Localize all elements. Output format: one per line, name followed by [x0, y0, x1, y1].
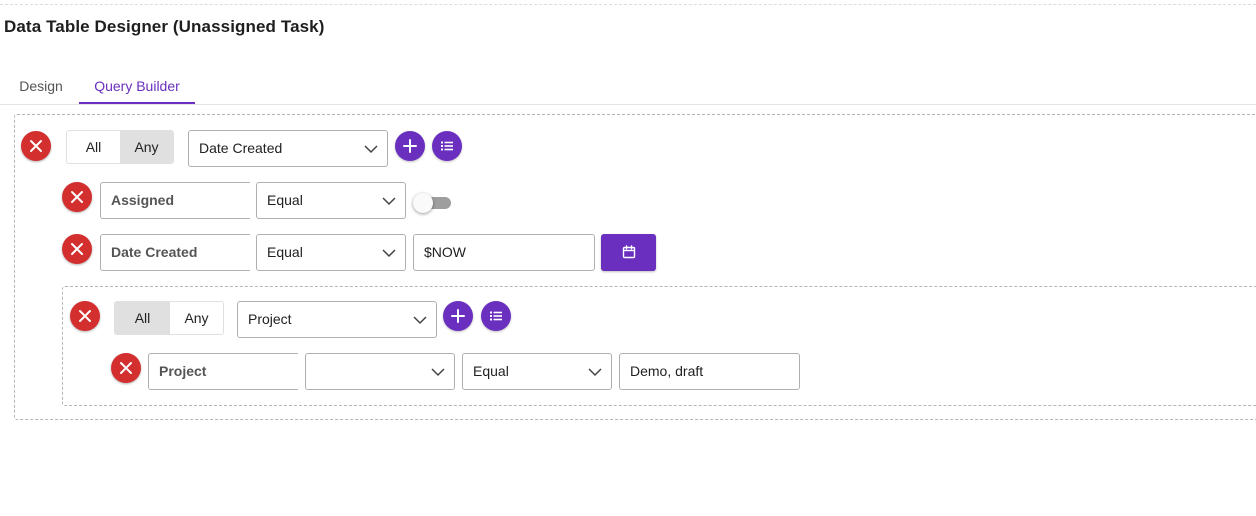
tab-bar-divider	[0, 104, 1256, 105]
plus-icon	[403, 139, 417, 153]
project-value-input[interactable]: Demo, draft	[619, 353, 800, 390]
inner-condition-toggle: All Any	[114, 301, 224, 335]
condition-all-option[interactable]: All	[67, 131, 120, 163]
chevron-down-icon	[588, 368, 602, 377]
rule-subfield-select[interactable]	[305, 353, 455, 390]
rule-field-project[interactable]: Project	[148, 353, 298, 390]
rule-operator-value: Equal	[267, 244, 303, 260]
outer-field-select[interactable]: Date Created	[188, 130, 388, 167]
rule-operator-value: Equal	[267, 192, 303, 208]
add-group-button[interactable]	[432, 131, 462, 161]
tab-design-label: Design	[19, 78, 63, 94]
add-group-button[interactable]	[481, 301, 511, 331]
condition-all-option[interactable]: All	[115, 302, 170, 334]
calendar-picker-button[interactable]	[601, 234, 656, 271]
chevron-down-icon	[431, 368, 445, 377]
close-icon	[71, 191, 83, 203]
rule-field-assigned[interactable]: Assigned	[100, 182, 250, 219]
add-rule-button[interactable]	[443, 301, 473, 331]
chevron-down-icon	[382, 197, 396, 206]
inner-field-select-value: Project	[248, 311, 292, 327]
condition-any-option[interactable]: Any	[170, 302, 223, 334]
assigned-toggle-switch[interactable]	[413, 193, 453, 213]
delete-outer-group-button[interactable]	[21, 131, 51, 161]
page-title: Data Table Designer (Unassigned Task)	[4, 17, 325, 36]
delete-inner-group-button[interactable]	[70, 301, 100, 331]
tab-bar: Design Query Builder	[4, 75, 1256, 104]
rule-field-date-created[interactable]: Date Created	[100, 234, 250, 271]
date-value-text: $NOW	[424, 244, 466, 260]
delete-rule-project-button[interactable]	[111, 353, 141, 383]
plus-icon	[451, 309, 465, 323]
chevron-down-icon	[382, 249, 396, 258]
list-icon	[490, 311, 502, 321]
tab-query-builder-label: Query Builder	[94, 78, 180, 94]
condition-any-option[interactable]: Any	[120, 131, 173, 163]
switch-knob	[413, 193, 433, 213]
top-divider	[0, 4, 1256, 5]
rule-operator-select[interactable]: Equal	[256, 234, 406, 271]
chevron-down-icon	[413, 316, 427, 325]
inner-field-select[interactable]: Project	[237, 301, 437, 338]
rule-operator-select[interactable]: Equal	[462, 353, 612, 390]
list-icon	[441, 141, 453, 151]
close-icon	[71, 243, 83, 255]
rule-field-label: Project	[159, 363, 207, 379]
tab-query-builder[interactable]: Query Builder	[79, 75, 195, 104]
rule-operator-value: Equal	[473, 363, 509, 379]
rule-field-label: Date Created	[111, 244, 198, 260]
delete-rule-date-created-button[interactable]	[62, 234, 92, 264]
add-rule-button[interactable]	[395, 131, 425, 161]
calendar-icon	[622, 245, 636, 259]
project-value-text: Demo, draft	[630, 363, 704, 379]
chevron-down-icon	[364, 145, 378, 154]
outer-condition-toggle: All Any	[66, 130, 174, 164]
close-icon	[79, 310, 91, 322]
close-icon	[30, 140, 42, 152]
outer-field-select-value: Date Created	[199, 140, 283, 156]
delete-rule-assigned-button[interactable]	[62, 182, 92, 212]
tab-design[interactable]: Design	[4, 75, 78, 104]
rule-field-label: Assigned	[111, 192, 175, 208]
close-icon	[120, 362, 132, 374]
date-value-input[interactable]: $NOW	[413, 234, 595, 271]
rule-operator-select[interactable]: Equal	[256, 182, 406, 219]
